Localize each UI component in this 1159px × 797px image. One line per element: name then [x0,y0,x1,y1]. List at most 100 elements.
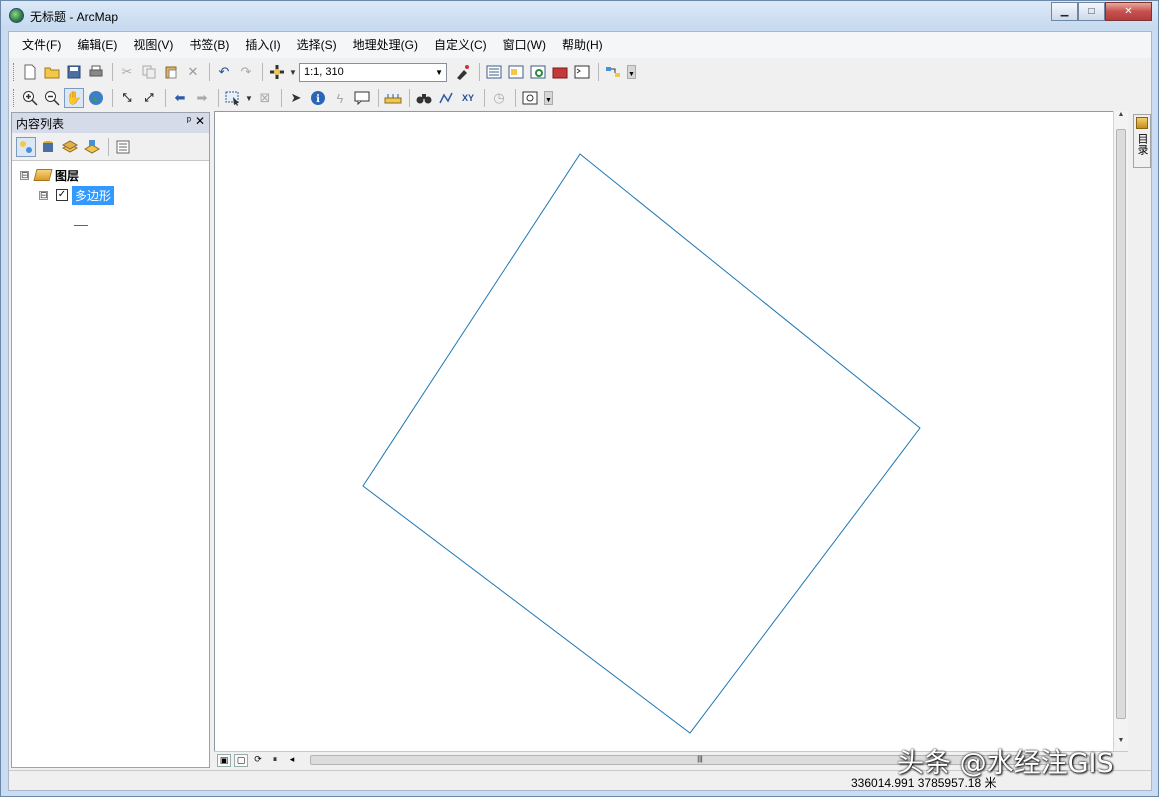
go-to-xy-icon[interactable]: XY [458,88,478,108]
standard-toolbar: ✂ ✕ ↶ ↷ ▼ 1:1, 310 ▼ ▼ [9,59,1151,85]
fixed-zoom-out-icon[interactable]: ⤢ [139,88,159,108]
toc-options-icon[interactable] [113,137,133,157]
map-vertical-scrollbar[interactable]: ▲ ▼ [1113,111,1128,751]
scroll-down-icon[interactable]: ▼ [1114,737,1128,751]
menu-selection[interactable]: 选择(S) [292,35,342,55]
title-bar[interactable]: 无标题 - ArcMap ▁ □ ✕ [1,1,1158,30]
measure-ruler-icon[interactable] [383,88,403,108]
list-by-selection-icon[interactable] [82,137,102,157]
map-canvas[interactable] [215,112,1127,752]
chevron-down-icon[interactable]: ▼ [435,68,443,77]
add-data-icon[interactable] [267,62,287,82]
pause-drawing-icon[interactable]: ⏸ [268,754,282,767]
open-folder-icon[interactable] [42,62,62,82]
svg-text:i: i [316,94,320,105]
identify-info-icon[interactable]: i [308,88,328,108]
menu-windows[interactable]: 窗口(W) [498,35,551,55]
polygon-feature[interactable] [362,153,921,734]
map-display[interactable] [214,111,1128,767]
toolbar-grip[interactable] [13,89,16,107]
delete-icon[interactable]: ✕ [183,62,203,82]
toolbar-overflow-icon[interactable]: ▼ [544,91,553,105]
minimize-button[interactable]: ▁ [1051,2,1078,21]
list-by-visibility-icon[interactable] [60,137,80,157]
layer-visibility-checkbox[interactable]: ✓ [56,189,68,201]
pin-icon[interactable]: ᵖ [187,115,191,127]
catalog-tab-label: 目录 [1136,133,1148,155]
legend-symbol-line[interactable] [74,225,88,226]
map-scale-value: 1:1, 310 [304,66,344,78]
toc-header: 内容列表 ᵖ ✕ [12,113,209,133]
menu-geoprocessing[interactable]: 地理处理(G) [348,35,423,55]
go-forward-arrow-icon[interactable]: ➡ [192,88,212,108]
time-slider-icon[interactable]: ◷ [489,88,509,108]
arctoolbox-icon[interactable] [550,62,570,82]
table-of-contents-icon[interactable] [484,62,504,82]
select-elements-arrow-icon[interactable]: ➤ [286,88,306,108]
data-frame-label[interactable]: 图层 [55,167,79,184]
menu-help[interactable]: 帮助(H) [557,35,608,55]
vertical-scroll-thumb[interactable] [1116,129,1126,719]
fixed-zoom-in-icon[interactable]: ⤡ [117,88,137,108]
pan-hand-icon[interactable]: ✋ [64,88,84,108]
editor-toolbar-icon[interactable] [453,62,473,82]
copy-icon[interactable] [139,62,159,82]
menu-customize[interactable]: 自定义(C) [429,35,492,55]
clear-selection-icon[interactable]: ⊠ [255,88,275,108]
scroll-left-icon[interactable]: ◂ [285,754,299,767]
add-data-dropdown-icon[interactable]: ▼ [289,62,297,82]
separator [218,89,219,107]
viewer-window-icon[interactable] [520,88,540,108]
table-of-contents-panel: 内容列表 ᵖ ✕ ⊟ 图层 ⊟ ✓ 多边形 [11,112,210,768]
layout-view-icon[interactable]: ▢ [234,753,248,767]
python-window-icon[interactable] [572,62,592,82]
collapse-icon[interactable]: ⊟ [20,170,29,180]
find-route-icon[interactable] [436,88,456,108]
model-builder-icon[interactable] [603,62,623,82]
select-features-icon[interactable] [223,88,243,108]
maximize-button[interactable]: □ [1078,2,1105,21]
go-back-arrow-icon[interactable]: ⬅ [170,88,190,108]
catalog-side-tab[interactable]: 目录 [1133,114,1151,168]
separator [108,137,109,156]
search-window-icon[interactable] [528,62,548,82]
redo-icon[interactable]: ↷ [236,62,256,82]
list-by-drawing-order-icon[interactable] [16,136,36,157]
refresh-icon[interactable]: ⟳ [251,754,265,767]
catalog-window-icon[interactable] [506,62,526,82]
html-popup-icon[interactable] [352,88,372,108]
find-binoculars-icon[interactable] [414,88,434,108]
paste-icon[interactable] [161,62,181,82]
data-view-icon[interactable]: ▣ [217,753,231,767]
tree-row-layers: ⊟ 图层 [12,165,209,185]
menu-file[interactable]: 文件(F) [17,35,66,55]
select-dropdown-icon[interactable]: ▼ [245,88,253,108]
collapse-icon[interactable]: ⊟ [39,190,48,200]
toolbar-grip[interactable] [13,63,16,81]
print-icon[interactable] [86,62,106,82]
hyperlink-lightning-icon[interactable]: ϟ [330,88,350,108]
close-button[interactable]: ✕ [1105,2,1152,21]
layers-icon [33,169,53,181]
menu-view[interactable]: 视图(V) [128,35,178,55]
save-icon[interactable] [64,62,84,82]
undo-icon[interactable]: ↶ [214,62,234,82]
new-document-icon[interactable] [20,62,40,82]
menu-edit[interactable]: 编辑(E) [72,35,122,55]
menu-insert[interactable]: 插入(I) [240,35,285,55]
separator [262,63,263,81]
cut-icon[interactable]: ✂ [117,62,137,82]
separator [112,89,113,107]
map-scale-combobox[interactable]: 1:1, 310 ▼ [299,62,447,82]
list-by-source-icon[interactable] [38,137,58,157]
scroll-up-icon[interactable]: ▲ [1114,111,1128,125]
toc-close-icon[interactable]: ✕ [195,114,205,128]
menu-bookmarks[interactable]: 书签(B) [184,35,234,55]
zoom-out-icon[interactable] [42,88,62,108]
zoom-in-icon[interactable] [20,88,40,108]
toolbar-overflow-icon[interactable]: ▼ [627,65,636,79]
menu-bar: 文件(F) 编辑(E) 视图(V) 书签(B) 插入(I) 选择(S) 地理处理… [9,32,1151,58]
layer-tree: ⊟ 图层 ⊟ ✓ 多边形 [12,161,209,226]
layer-name-label[interactable]: 多边形 [72,185,115,205]
full-extent-globe-icon[interactable] [86,88,106,108]
